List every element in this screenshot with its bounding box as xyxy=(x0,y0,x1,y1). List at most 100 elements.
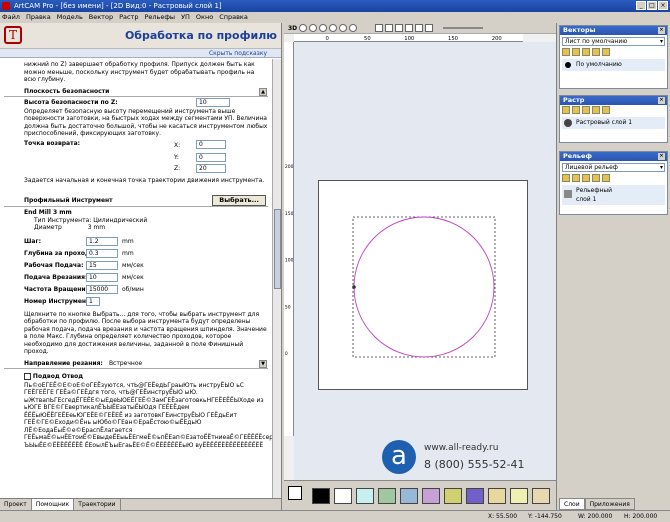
folder-icon[interactable] xyxy=(562,174,570,182)
delete-icon[interactable] xyxy=(602,174,610,182)
vector-sheet-select[interactable]: Лист по умолчанию xyxy=(562,37,665,46)
menu-toolpaths[interactable]: УП xyxy=(181,12,190,23)
vectors-section: Векторы× Лист по умолчанию По умолчанию xyxy=(559,25,668,89)
copy-icon[interactable] xyxy=(592,48,600,56)
delete-icon[interactable] xyxy=(602,48,610,56)
x-label: X: xyxy=(174,141,181,149)
profile-machining-panel: T Обработка по профилю Скрыть подсказку … xyxy=(0,23,282,510)
menu-model[interactable]: Модель xyxy=(57,12,83,23)
raster-section: Растр × Растровый слой 1 xyxy=(559,95,668,143)
feedrate-input[interactable]: 15 xyxy=(86,260,118,270)
tab-project[interactable]: Проект xyxy=(0,499,32,510)
select-tool-button[interactable]: Выбрать... xyxy=(212,195,266,206)
swatch-cyan[interactable] xyxy=(356,488,374,504)
tool-number-input[interactable]: 1 xyxy=(86,296,100,306)
panel-scrollbar[interactable] xyxy=(272,59,281,498)
grid-icon[interactable] xyxy=(375,24,384,32)
swatch-black[interactable] xyxy=(312,488,330,504)
tool-diameter-row: Диаметр 3 mm xyxy=(24,224,268,232)
home-x-input[interactable]: 0 xyxy=(196,139,226,149)
zoom-in-icon[interactable] xyxy=(299,24,308,32)
color-view-icon[interactable] xyxy=(425,24,434,32)
scroll-thumb[interactable] xyxy=(274,209,281,289)
relief-select[interactable]: Лицевой рельеф xyxy=(562,163,665,172)
swatch-green[interactable] xyxy=(378,488,396,504)
swatch-sand[interactable] xyxy=(488,488,506,504)
approach-checkbox[interactable] xyxy=(24,372,31,380)
copy-icon[interactable] xyxy=(592,174,600,182)
stepdown-input[interactable]: 0.3 xyxy=(86,248,118,258)
menu-vector[interactable]: Вектор xyxy=(89,12,113,23)
save-icon[interactable] xyxy=(582,48,590,56)
tab-toolpaths[interactable]: Траектории xyxy=(74,499,121,510)
menu-edit[interactable]: Правка xyxy=(26,12,51,23)
home-description: Задается начальная и конечная точка трае… xyxy=(24,176,265,184)
relief-layer-item[interactable]: Рельефный слой 1 xyxy=(562,185,665,205)
tab-layers[interactable]: Слои xyxy=(559,498,585,510)
close-icon[interactable]: × xyxy=(658,97,665,104)
menu-file[interactable]: Файл xyxy=(2,12,20,23)
menu-window[interactable]: Окно xyxy=(196,12,213,23)
delete-icon[interactable] xyxy=(602,106,610,114)
status-y: Y: -144.750 xyxy=(528,513,562,520)
close-icon[interactable]: × xyxy=(658,153,665,160)
minimize-icon[interactable]: _ xyxy=(636,1,646,10)
hide-hint-link[interactable]: Скрыть подсказку xyxy=(0,49,281,58)
new-layer-icon[interactable] xyxy=(572,174,580,182)
save-icon[interactable] xyxy=(582,106,590,114)
swatch-olive[interactable] xyxy=(444,488,462,504)
close-icon[interactable]: × xyxy=(658,27,665,34)
save-icon[interactable] xyxy=(582,174,590,182)
primary-color-icon[interactable] xyxy=(288,486,302,500)
circle-vector[interactable] xyxy=(353,216,495,358)
zoom-window-icon[interactable] xyxy=(329,24,338,32)
stepover-input[interactable]: 1.2 xyxy=(86,236,118,246)
rulers-icon[interactable] xyxy=(405,24,414,32)
zoom-out-icon[interactable] xyxy=(309,24,318,32)
vector-layer-item[interactable]: По умолчанию xyxy=(562,59,665,71)
start-node[interactable] xyxy=(352,285,356,289)
zoom-all-icon[interactable] xyxy=(349,24,358,32)
vruler-tick-50: 50 xyxy=(285,304,291,310)
folder-icon[interactable] xyxy=(562,48,570,56)
menu-help[interactable]: Справка xyxy=(219,12,248,23)
swatch-blue[interactable] xyxy=(400,488,418,504)
safe-z-input[interactable]: 10 xyxy=(196,97,230,107)
close-icon[interactable]: × xyxy=(658,1,668,10)
menu-bar: Файл Правка Модель Вектор Растр Рельефы … xyxy=(0,12,670,23)
diameter-label: Диаметр xyxy=(34,224,62,231)
menu-raster[interactable]: Растр xyxy=(119,12,138,23)
home-z-input[interactable]: 20 xyxy=(196,163,226,173)
collapse-icon[interactable]: ▲ xyxy=(259,87,267,96)
section-safety[interactable]: Плоскость безопасности ▲ xyxy=(4,87,268,97)
zoom-previous-icon[interactable] xyxy=(339,24,348,32)
home-y-input[interactable]: 0 xyxy=(196,152,226,162)
copy-icon[interactable] xyxy=(592,106,600,114)
new-layer-icon[interactable] xyxy=(572,48,580,56)
3d-view-button[interactable]: 3D xyxy=(288,25,297,32)
safe-z-label: Высота безопасности по Z: xyxy=(24,98,118,106)
spindle-speed-input[interactable]: 15000 xyxy=(86,284,118,294)
zoom-fit-icon[interactable] xyxy=(319,24,328,32)
guides-icon[interactable] xyxy=(415,24,424,32)
section-direction[interactable]: Направление резания: Встречное ▼ xyxy=(4,359,268,369)
approach-row: Подвод Отвод xyxy=(24,371,268,382)
tab-applications[interactable]: Приложения xyxy=(584,498,635,510)
folder-icon[interactable] xyxy=(562,106,570,114)
maximize-icon[interactable]: □ xyxy=(647,1,657,10)
menu-reliefs[interactable]: Рельефы xyxy=(144,12,175,23)
layer-view-icon[interactable] xyxy=(395,24,404,32)
raster-layer-item[interactable]: Растровый слой 1 xyxy=(562,117,665,129)
swatch-white[interactable] xyxy=(334,488,352,504)
expand-icon[interactable]: ▼ xyxy=(259,359,267,368)
drawing-viewport[interactable] xyxy=(294,42,556,480)
swatch-beige[interactable] xyxy=(532,488,550,504)
plunge-rate-input[interactable]: 10 xyxy=(86,272,118,282)
swatch-purple[interactable] xyxy=(466,488,484,504)
snap-icon[interactable] xyxy=(385,24,394,32)
tab-assistant[interactable]: Помощник xyxy=(31,499,75,510)
new-layer-icon[interactable] xyxy=(572,106,580,114)
blend-slider[interactable] xyxy=(443,27,484,29)
swatch-lilac[interactable] xyxy=(422,488,440,504)
swatch-yellow[interactable] xyxy=(510,488,528,504)
